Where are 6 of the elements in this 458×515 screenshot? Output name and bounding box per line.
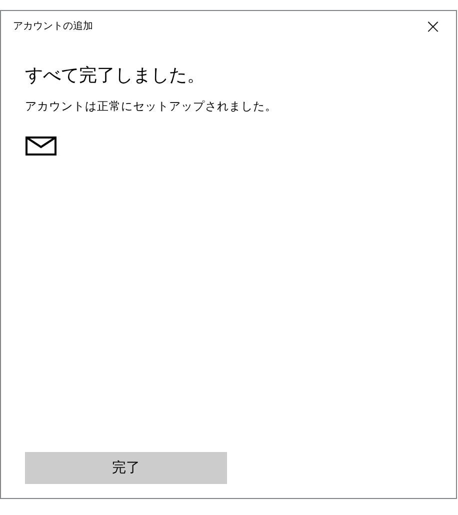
done-button[interactable]: 完了	[25, 452, 227, 484]
window-title: アカウントの追加	[13, 20, 93, 33]
heading: すべて完了しました。	[25, 64, 206, 87]
close-button[interactable]: ×	[410, 11, 456, 41]
envelope-icon	[25, 136, 57, 156]
message-text: アカウントは正常にセットアップされました。	[25, 99, 278, 114]
